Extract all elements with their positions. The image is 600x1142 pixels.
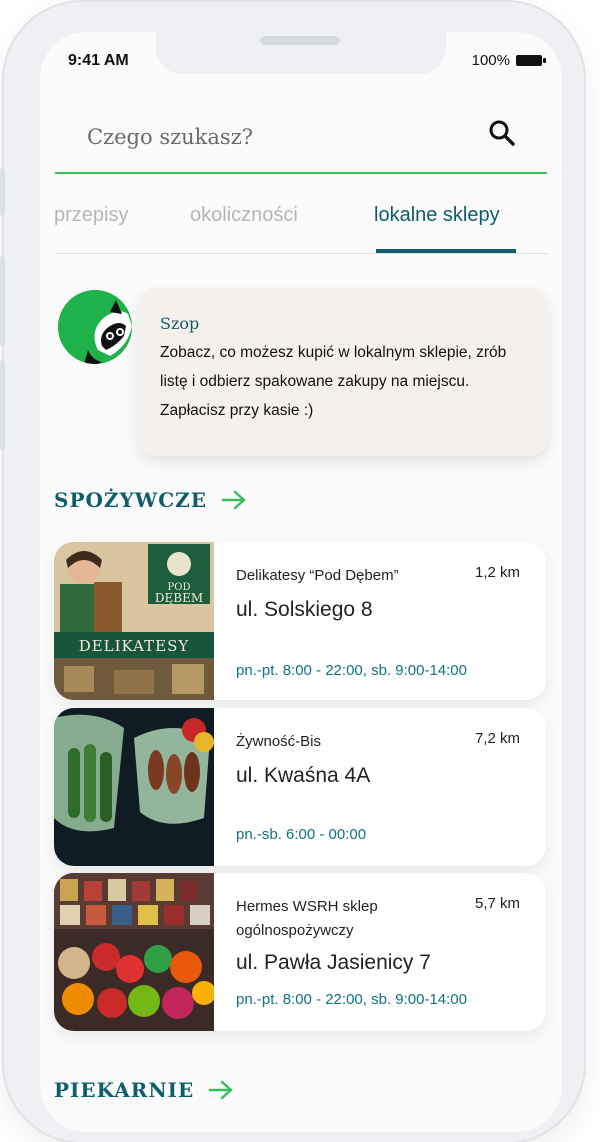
raccoon-avatar [58,290,132,364]
tabs-divider [55,253,547,254]
message-author: Szop [160,314,200,333]
deli-banner: DELIKATESY [79,637,190,655]
side-button [0,360,5,450]
arrow-right-icon [208,1080,233,1100]
vegetables-photo [54,708,214,866]
shop-hours: pn.-pt. 8:00 - 22:00, sb. 9:00-14:00 [236,662,467,679]
market-photo [54,873,216,1031]
shop-street: ul. Kwaśna 4A [236,764,371,787]
shop-card[interactable]: POD DĘBEM DELIKATESY Delikatesy “Pod Dęb… [54,542,546,700]
shop-hours: pn.-sb. 6:00 - 00:00 [236,826,367,843]
section-title: PIEKARNIE [54,1078,195,1102]
shop-name: Delikatesy “Pod Dębem” [236,567,399,584]
message-text: Zobacz, co możesz kupić w lokalnym sklep… [160,344,507,419]
battery-percent: 100% [471,52,510,69]
tab-local-shops[interactable]: lokalne sklepy [374,204,500,227]
raccoon-icon [58,290,132,364]
shop-hours: pn.-pt. 8:00 - 22:00, sb. 9:00-14:00 [236,991,467,1008]
side-button [0,168,5,216]
tab-recipes[interactable]: przepisy [54,204,128,227]
message-bubble: Szop Zobacz, co możesz kupić w lokalnym … [138,288,548,456]
shop-image [54,708,214,866]
shop-distance: 7,2 km [474,730,520,747]
speaker [260,36,340,45]
search-input[interactable] [85,116,469,158]
shop-distance: 1,2 km [474,564,520,581]
battery-icon [516,55,546,66]
section-groceries[interactable]: SPOŻYWCZE [54,488,247,512]
section-bakeries[interactable]: PIEKARNIE [54,1078,234,1102]
shop-image [54,873,216,1031]
shop-street: ul. Solskiego 8 [236,598,373,621]
deli-photo: POD DĘBEM DELIKATESY [54,542,214,700]
shop-name: Żywność-Bis [236,733,322,750]
search-icon[interactable] [487,118,517,148]
status-time: 9:41 AM [68,52,129,69]
arrow-right-icon [221,490,246,510]
app-screen: 9:41 AM 100% przepisy okoliczności lokal… [40,32,562,1132]
shop-card[interactable]: Żywność-Bis 7,2 km ul. Kwaśna 4A pn.-sb.… [54,708,546,866]
section-title: SPOŻYWCZE [54,488,208,512]
shop-name: Hermes WSRH sklep ogólnospożywczy [236,898,378,939]
search-bar [55,110,547,174]
deli-sign-bottom: DĘBEM [155,591,203,605]
notch [156,32,446,74]
tab-bar: przepisy okoliczności lokalne sklepy [40,204,562,254]
shop-distance: 5,7 km [474,895,520,912]
side-button [0,256,5,346]
shop-card[interactable]: Hermes WSRH sklep ogólnospożywczy 5,7 km… [54,873,546,1031]
status-battery: 100% [471,52,546,69]
shop-street: ul. Pawła Jasienicy 7 [236,951,431,974]
tab-occasions[interactable]: okoliczności [190,204,298,227]
shop-image: POD DĘBEM DELIKATESY [54,542,214,700]
